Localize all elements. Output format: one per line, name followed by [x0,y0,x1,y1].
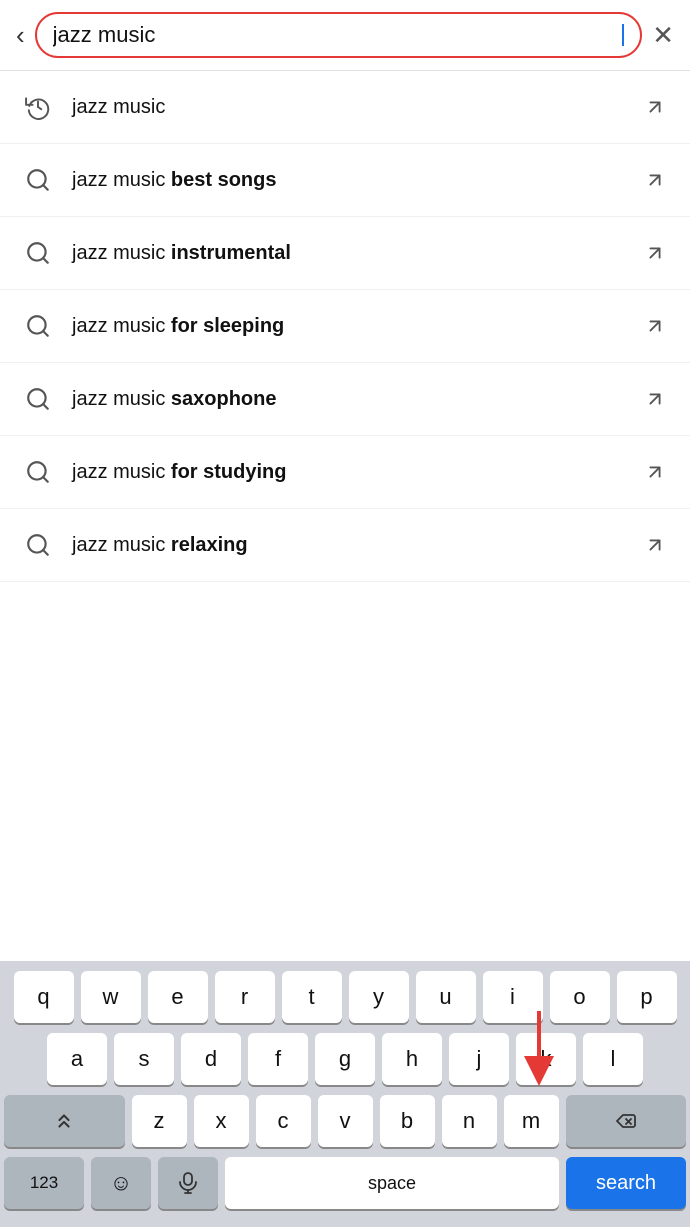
keyboard-row-2: a s d f g h j k l [4,1033,686,1085]
key-w[interactable]: w [81,971,141,1023]
suggestion-text-4: jazz music for sleeping [72,315,640,338]
history-icon [20,89,56,125]
back-button[interactable]: ‹ [16,22,25,48]
keyboard-row-3: z x c v b n m [4,1095,686,1147]
suggestion-item-1[interactable]: jazz music [0,71,690,144]
key-o[interactable]: o [550,971,610,1023]
keyboard-row-1: q w e r t y u i o p [4,971,686,1023]
key-a[interactable]: a [47,1033,107,1085]
key-d[interactable]: d [181,1033,241,1085]
fill-arrow-7 [640,530,670,560]
key-t[interactable]: t [282,971,342,1023]
key-shift[interactable] [4,1095,125,1147]
search-icon-7 [20,527,56,563]
search-icon-2 [20,162,56,198]
keyboard: q w e r t y u i o p a s d f g h j k l z … [0,961,690,1227]
key-h[interactable]: h [382,1033,442,1085]
key-f[interactable]: f [248,1033,308,1085]
key-y[interactable]: y [349,971,409,1023]
search-header: ‹ ✕ [0,0,690,71]
search-input-wrapper [35,12,643,58]
key-z[interactable]: z [132,1095,187,1147]
suggestion-text-6: jazz music for studying [72,461,640,484]
key-c[interactable]: c [256,1095,311,1147]
suggestion-text-2: jazz music best songs [72,169,640,192]
search-input[interactable] [53,22,622,48]
key-p[interactable]: p [617,971,677,1023]
suggestion-text-7: jazz music relaxing [72,534,640,557]
key-k[interactable]: k [516,1033,576,1085]
key-space[interactable]: space [225,1157,559,1209]
search-icon-3 [20,235,56,271]
key-x[interactable]: x [194,1095,249,1147]
suggestion-item-3[interactable]: jazz music instrumental [0,217,690,290]
text-cursor [622,24,624,46]
key-q[interactable]: q [14,971,74,1023]
keyboard-row-4: 123 ☺ space search [4,1157,686,1209]
key-g[interactable]: g [315,1033,375,1085]
key-numbers[interactable]: 123 [4,1157,84,1209]
suggestion-text-3: jazz music instrumental [72,242,640,265]
suggestion-text-5: jazz music saxophone [72,388,640,411]
key-m[interactable]: m [504,1095,559,1147]
fill-arrow-1 [640,92,670,122]
suggestion-item-5[interactable]: jazz music saxophone [0,363,690,436]
key-emoji[interactable]: ☺ [91,1157,151,1209]
suggestion-item-2[interactable]: jazz music best songs [0,144,690,217]
key-b[interactable]: b [380,1095,435,1147]
key-n[interactable]: n [442,1095,497,1147]
suggestion-item-4[interactable]: jazz music for sleeping [0,290,690,363]
key-delete[interactable] [566,1095,687,1147]
key-l[interactable]: l [583,1033,643,1085]
search-icon-4 [20,308,56,344]
fill-arrow-3 [640,238,670,268]
key-r[interactable]: r [215,971,275,1023]
key-i[interactable]: i [483,971,543,1023]
key-search[interactable]: search [566,1157,686,1209]
key-v[interactable]: v [318,1095,373,1147]
key-s[interactable]: s [114,1033,174,1085]
search-icon-6 [20,454,56,490]
key-e[interactable]: e [148,971,208,1023]
key-j[interactable]: j [449,1033,509,1085]
search-oval [35,12,643,58]
fill-arrow-5 [640,384,670,414]
suggestion-item-6[interactable]: jazz music for studying [0,436,690,509]
suggestion-item-7[interactable]: jazz music relaxing [0,509,690,582]
search-icon-5 [20,381,56,417]
key-u[interactable]: u [416,971,476,1023]
suggestions-list: jazz music jazz music best songs [0,71,690,582]
fill-arrow-4 [640,311,670,341]
key-mic[interactable] [158,1157,218,1209]
fill-arrow-2 [640,165,670,195]
suggestion-text-1: jazz music [72,96,640,119]
close-button[interactable]: ✕ [652,20,674,51]
fill-arrow-6 [640,457,670,487]
